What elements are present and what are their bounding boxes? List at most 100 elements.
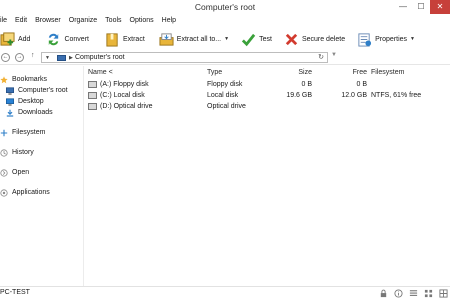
- computer-icon: [6, 87, 14, 95]
- list-view-icon[interactable]: [424, 289, 433, 298]
- extract-button[interactable]: Extract: [101, 29, 149, 49]
- cell-name: (C:) Local disk: [100, 92, 145, 99]
- forward-icon[interactable]: →: [15, 53, 24, 62]
- sidebar-item-downloads[interactable]: Downloads: [6, 108, 53, 118]
- local-disk-icon: [88, 92, 97, 99]
- sidebar-item-desktop[interactable]: Desktop: [6, 97, 44, 107]
- bookmark-label: Computer's root: [18, 87, 68, 94]
- bookmarks-label: Bookmarks: [12, 76, 48, 83]
- sidebar-item-open[interactable]: Open: [0, 168, 29, 178]
- cell-free: 12.0 GB: [341, 92, 367, 99]
- column-header-name[interactable]: Name <: [88, 69, 113, 76]
- column-header-filesystem[interactable]: Filesystem: [371, 69, 404, 76]
- column-header-type[interactable]: Type: [207, 69, 222, 76]
- filesystem-label: Filesystem: [12, 129, 46, 136]
- back-icon[interactable]: ←: [1, 53, 10, 62]
- cell-type: Local disk: [207, 92, 239, 99]
- bookmark-label: Desktop: [18, 98, 44, 105]
- menu-tools[interactable]: Tools: [101, 15, 125, 27]
- cell-size: 19.6 GB: [286, 92, 312, 99]
- menu-help[interactable]: Help: [158, 15, 180, 27]
- menu-file[interactable]: ile: [0, 15, 11, 27]
- column-header-size[interactable]: Size: [270, 69, 312, 76]
- window-title: Computer's root: [194, 2, 256, 12]
- add-icon: [0, 31, 15, 46]
- address-dropdown-icon[interactable]: ▼: [45, 53, 50, 63]
- title-bar: Computer's root — ☐ ✕: [0, 0, 450, 14]
- sidebar-item-history[interactable]: History: [0, 148, 34, 158]
- toolbar: Add Convert Extract Extract all to... ▼ …: [0, 28, 450, 50]
- open-label: Open: [12, 169, 30, 176]
- bookmark-label: Downloads: [18, 109, 53, 116]
- status-icons: [379, 289, 448, 298]
- extract-all-icon: [159, 32, 174, 46]
- menu-edit[interactable]: Edit: [11, 15, 31, 27]
- convert-label: Convert: [64, 35, 89, 43]
- table-row[interactable]: (A:) Floppy disk Floppy disk 0 B 0 B: [85, 80, 450, 90]
- properties-label: Properties: [375, 35, 408, 43]
- lock-icon[interactable]: [379, 289, 388, 298]
- sidebar-item-applications[interactable]: Applications: [0, 188, 50, 198]
- extract-all-label: Extract all to...: [176, 35, 222, 43]
- path-separator-icon: ▶: [69, 55, 73, 61]
- navigation-bar: ← → ↑ ▼ ▶ Computer's root ↻ ▼: [0, 51, 450, 65]
- computer-icon: [57, 55, 66, 61]
- add-button[interactable]: Add: [0, 29, 34, 49]
- extract-icon: [106, 32, 118, 47]
- file-list: Name < Type Size Free Filesystem (A:) Fl…: [85, 66, 450, 286]
- sidebar-item-bookmarks[interactable]: Bookmarks: [0, 75, 47, 85]
- refresh-icon[interactable]: ↻: [318, 53, 324, 63]
- applications-icon: [0, 189, 8, 197]
- extract-all-button[interactable]: Extract all to... ▼: [155, 29, 233, 49]
- properties-dropdown-icon[interactable]: ▼: [410, 36, 415, 42]
- history-icon: [0, 149, 8, 157]
- floppy-disk-icon: [88, 81, 97, 88]
- up-icon[interactable]: ↑: [31, 52, 35, 59]
- applications-label: Applications: [12, 189, 50, 196]
- menu-bar: ile Edit Browser Organize Tools Options …: [0, 15, 180, 27]
- thumbnails-view-icon[interactable]: [439, 289, 448, 298]
- extract-label: Extract: [122, 35, 145, 43]
- sidebar-item-filesystem[interactable]: Filesystem: [0, 128, 45, 138]
- history-label: History: [12, 149, 34, 156]
- status-bar: PC-TEST: [0, 286, 450, 300]
- window-controls: — ☐ ✕: [394, 0, 450, 14]
- maximize-button[interactable]: ☐: [412, 0, 430, 14]
- column-header-free[interactable]: Free: [325, 69, 367, 76]
- cell-free: 0 B: [356, 81, 367, 88]
- minimize-button[interactable]: —: [394, 0, 412, 14]
- optical-drive-icon: [88, 103, 97, 110]
- sidebar: Bookmarks Computer's root Desktop Downlo…: [0, 66, 84, 286]
- table-row[interactable]: (D:) Optical drive Optical drive: [85, 102, 450, 112]
- test-button[interactable]: Test: [237, 29, 276, 49]
- close-button[interactable]: ✕: [430, 0, 450, 14]
- sidebar-item-computers-root[interactable]: Computer's root: [6, 86, 68, 96]
- menu-options[interactable]: Options: [126, 15, 158, 27]
- address-bar[interactable]: ▼ ▶ Computer's root ↻: [41, 52, 328, 63]
- cell-filesystem: NTFS, 61% free: [371, 92, 422, 99]
- properties-icon: [358, 32, 372, 47]
- delete-icon: [285, 33, 298, 45]
- details-view-icon[interactable]: [409, 289, 418, 298]
- cell-name: (A:) Floppy disk: [100, 81, 149, 88]
- test-label: Test: [259, 35, 272, 43]
- address-more-icon[interactable]: ▼: [331, 52, 337, 58]
- cell-size: 0 B: [301, 81, 312, 88]
- secure-delete-label: Secure delete: [301, 35, 346, 43]
- cell-type: Floppy disk: [207, 81, 243, 88]
- add-label: Add: [18, 35, 31, 43]
- menu-browser[interactable]: Browser: [31, 15, 65, 27]
- properties-button[interactable]: Properties ▼: [353, 29, 419, 49]
- table-row[interactable]: (C:) Local disk Local disk 19.6 GB 12.0 …: [85, 91, 450, 101]
- extract-all-dropdown-icon[interactable]: ▼: [224, 36, 229, 42]
- menu-organize[interactable]: Organize: [65, 15, 101, 27]
- secure-delete-button[interactable]: Secure delete: [280, 29, 349, 49]
- filesystem-icon: [0, 129, 8, 137]
- convert-button[interactable]: Convert: [42, 29, 93, 49]
- info-icon[interactable]: [394, 289, 403, 298]
- address-path: Computer's root: [75, 54, 125, 61]
- checkmark-icon: [241, 33, 256, 46]
- computer-name: PC-TEST: [0, 289, 30, 296]
- cell-type: Optical drive: [207, 103, 246, 110]
- bookmark-star-icon: [0, 76, 8, 84]
